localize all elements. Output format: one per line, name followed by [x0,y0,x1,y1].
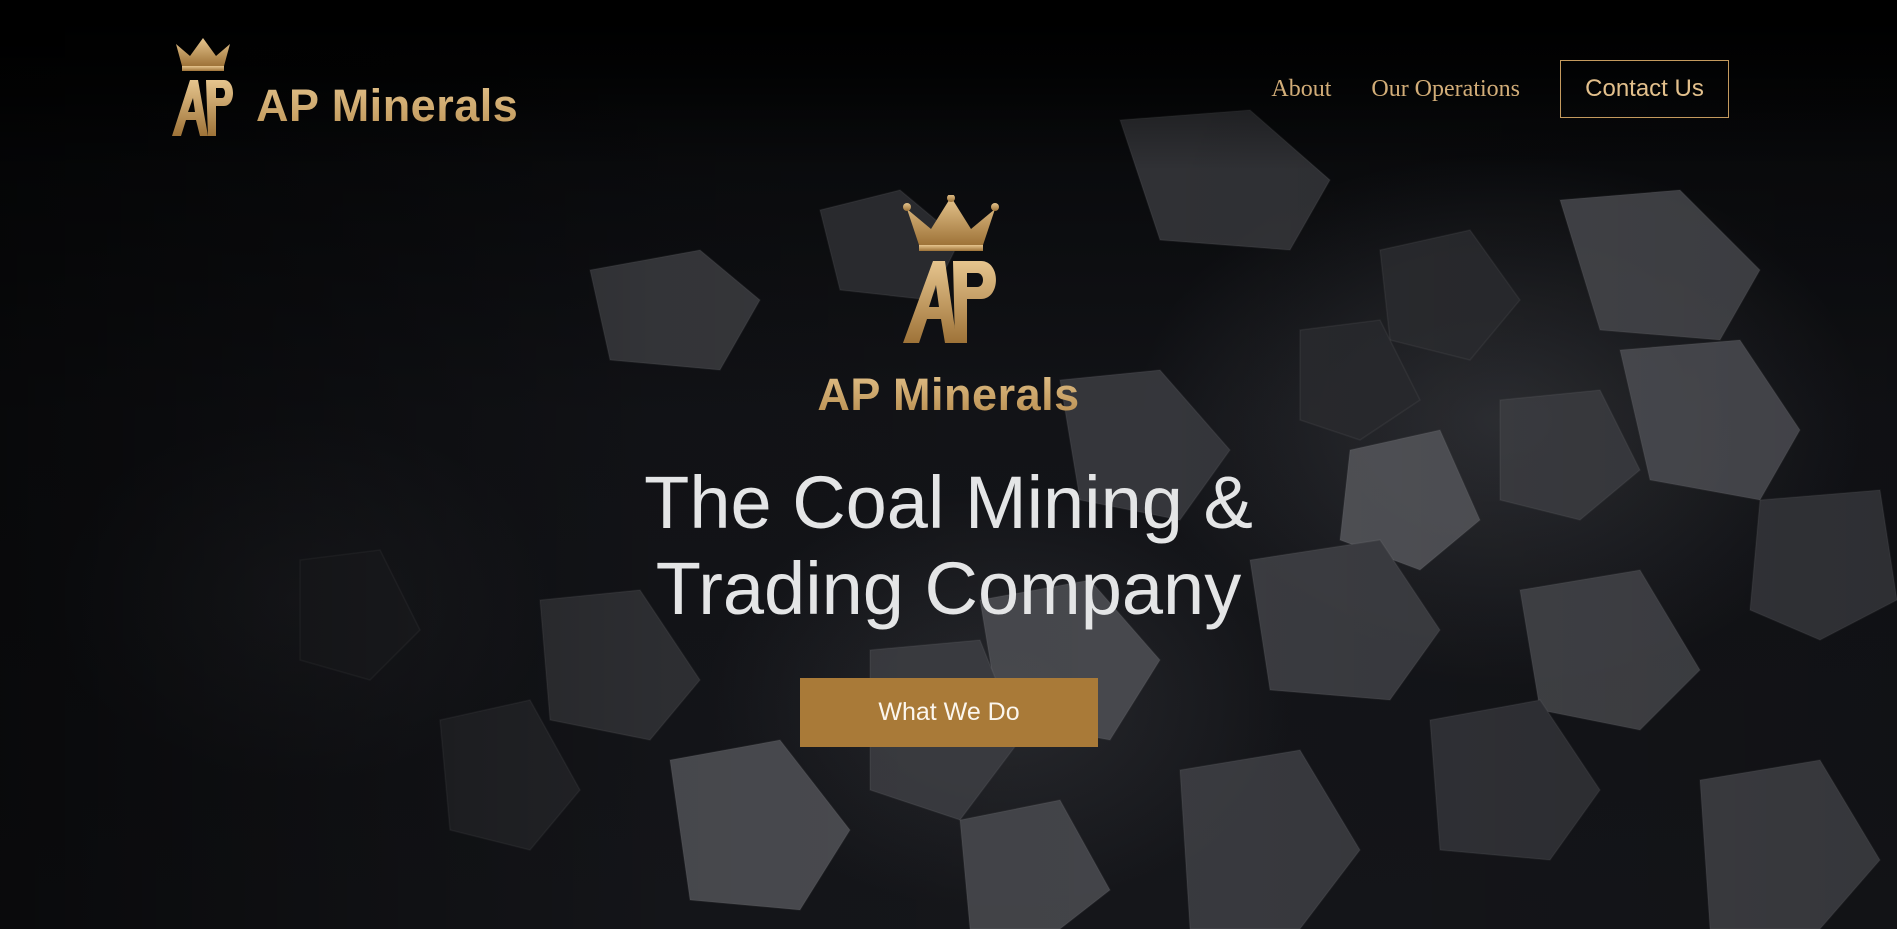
main-navigation: About Our Operations Contact Us [1271,59,1729,119]
hero-brand-name: AP Minerals [0,372,1897,417]
hero-title-line2: Trading Company [655,547,1242,630]
hero-title-line1: The Coal Mining & [644,461,1253,544]
crown-ap-monogram-icon [172,38,233,136]
contact-us-button[interactable]: Contact Us [1560,60,1729,118]
nav-link-our-operations[interactable]: Our Operations [1371,76,1520,103]
hero-crown-ap-monogram-icon [903,195,999,343]
what-we-do-button[interactable]: What We Do [800,678,1098,747]
hero-title: The Coal Mining & Trading Company [0,460,1897,632]
header-brand-name: AP Minerals [256,83,518,140]
nav-link-about[interactable]: About [1271,76,1331,103]
header-brand-logo-link[interactable]: AP Minerals [168,36,518,140]
